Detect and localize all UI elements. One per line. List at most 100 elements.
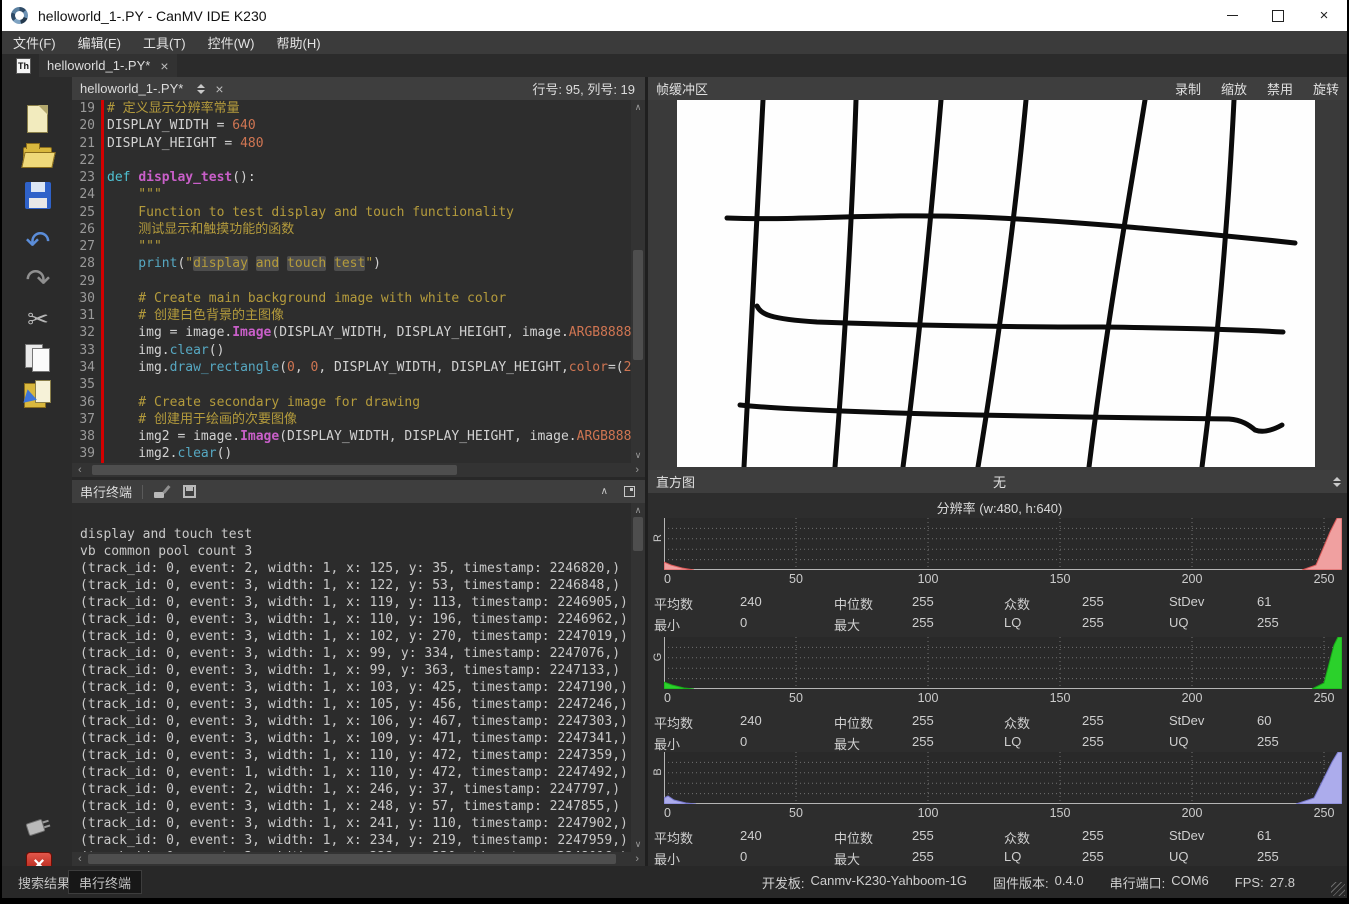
copy-icon[interactable] <box>21 340 55 374</box>
terminal-hscroll-thumb[interactable] <box>88 854 616 864</box>
channel-bump <box>664 796 696 804</box>
framebuffer-title: 帧缓冲区 <box>656 79 708 98</box>
axis-tick-label: 0 <box>664 691 671 705</box>
framebuffer-area <box>648 100 1349 470</box>
bottom-tab-1[interactable]: 串行终端 <box>68 870 142 894</box>
save-icon[interactable] <box>21 179 55 213</box>
code-line: 24 """ <box>72 186 631 203</box>
maximize-button[interactable] <box>1255 0 1301 31</box>
histogram-mode-spin-icon[interactable] <box>1333 477 1341 487</box>
terminal-line: (track_id: 0, event: 3, width: 1, x: 119… <box>80 594 631 611</box>
terminal-line: (track_id: 0, event: 2, width: 1, x: 246… <box>80 781 631 798</box>
channel-axis-label: G <box>652 651 664 663</box>
menu-item-4[interactable]: 帮助(H) <box>266 31 332 54</box>
code-line: 33 img.clear() <box>72 342 631 359</box>
axis-tick-label: 150 <box>1050 572 1071 586</box>
code-editor[interactable]: 19# 定义显示分辨率常量20DISPLAY_WIDTH = 64021DISP… <box>72 100 631 463</box>
framebuffer-button-1[interactable]: 缩放 <box>1221 79 1247 98</box>
editor-hscrollbar[interactable]: ‹ › <box>72 463 645 477</box>
terminal-line: (track_id: 0, event: 3, width: 1, x: 99,… <box>80 662 631 679</box>
stat-value: 255 <box>912 594 1004 615</box>
serial-terminal-output[interactable]: display and touch testvb common pool cou… <box>72 503 631 852</box>
menu-item-0[interactable]: 文件(F) <box>2 31 67 54</box>
minimize-button[interactable] <box>1209 0 1255 31</box>
channel-plot <box>664 518 1342 570</box>
channel-x-axis: 050100150200250 <box>664 691 1342 709</box>
channel-spike <box>1312 637 1342 689</box>
stat-value: 255 <box>1082 713 1169 734</box>
resize-grip[interactable] <box>1331 882 1345 896</box>
open-file-icon[interactable] <box>21 141 55 175</box>
axis-tick-label: 150 <box>1050 806 1071 820</box>
terminal-line: vb common pool count 3 <box>80 543 631 560</box>
file-tab[interactable]: helloworld_1-.PY* × <box>39 54 177 77</box>
collapse-panel-icon[interactable]: ∧ <box>601 486 608 497</box>
framebuffer-button-0[interactable]: 录制 <box>1175 79 1201 98</box>
histogram-channel-R: R050100150200250平均数240中位数255众数255StDev61… <box>648 518 1349 632</box>
menu-item-1[interactable]: 编辑(E) <box>67 31 132 54</box>
cut-icon[interactable]: ✂ <box>21 302 55 336</box>
terminal-vscrollbar[interactable]: ∧ ∨ <box>631 503 645 852</box>
stat-label: StDev <box>1169 828 1257 849</box>
terminal-line: display and touch test <box>80 526 631 543</box>
axis-tick-label: 0 <box>664 806 671 820</box>
stat-value: 255 <box>1257 615 1349 636</box>
framebuffer-button-2[interactable]: 禁用 <box>1267 79 1293 98</box>
terminal-line: (track_id: 0, event: 3, width: 1, x: 248… <box>80 798 631 815</box>
terminal-title: 串行终端 <box>80 482 132 501</box>
menu-item-2[interactable]: 工具(T) <box>132 31 197 54</box>
axis-tick-label: 200 <box>1182 572 1203 586</box>
channel-spike <box>1302 518 1342 570</box>
open-file-selector[interactable]: helloworld_1-.PY* <box>80 81 183 96</box>
paste-icon[interactable] <box>21 378 55 412</box>
close-button[interactable]: × <box>1301 0 1347 31</box>
editor-close-icon[interactable]: × <box>215 82 223 96</box>
histogram-channel-G: G050100150200250平均数240中位数255众数255StDev60… <box>648 637 1349 751</box>
canmv-ide-window: helloworld_1-.PY - CanMV IDE K230 × 文件(F… <box>0 0 1349 904</box>
undo-icon[interactable]: ↶ <box>21 226 55 260</box>
stat-value: 255 <box>1082 615 1169 636</box>
stat-label: StDev <box>1169 594 1257 615</box>
axis-tick-label: 250 <box>1314 691 1335 705</box>
new-file-icon[interactable] <box>21 103 55 137</box>
stat-label: 平均数 <box>654 713 740 734</box>
touch-drawing-stroke <box>1089 100 1145 467</box>
histogram-panel: 分辨率 (w:480, h:640) R050100150200250平均数24… <box>648 493 1349 866</box>
save-log-icon[interactable] <box>183 485 196 498</box>
channel-stats: 平均数240中位数255众数255StDev61最小0最大255LQ255UQ2… <box>654 828 1349 870</box>
stat-label: 平均数 <box>654 594 740 615</box>
channel-spike <box>1296 752 1342 804</box>
status-value: COM6 <box>1171 873 1209 892</box>
status-value: 0.4.0 <box>1055 873 1084 892</box>
channel-axis-label: B <box>652 766 664 778</box>
code-line: 37 # 创建用于绘画的次要图像 <box>72 411 631 428</box>
stat-label: 最小 <box>654 615 740 636</box>
app-logo-icon <box>11 7 28 24</box>
terminal-hscrollbar[interactable]: ‹ › <box>72 852 645 866</box>
channel-x-axis: 050100150200250 <box>664 572 1342 590</box>
file-selector-spin-icon[interactable] <box>197 84 205 94</box>
code-line: 27 """ <box>72 238 631 255</box>
status-label: 固件版本: <box>993 873 1049 892</box>
histogram-mode-select[interactable]: 无 <box>648 472 1349 491</box>
terminal-line: (track_id: 0, event: 3, width: 1, x: 106… <box>80 713 631 730</box>
touch-drawing-stroke <box>740 405 1282 431</box>
popout-panel-icon[interactable] <box>624 486 635 497</box>
framebuffer-button-3[interactable]: 旋转 <box>1313 79 1339 98</box>
terminal-header: 串行终端 ∧ <box>72 480 645 503</box>
histogram-header: 直方图 无 <box>648 470 1349 493</box>
redo-icon[interactable]: ↷ <box>21 264 55 298</box>
code-line: 20DISPLAY_WIDTH = 640 <box>72 117 631 134</box>
clear-terminal-icon[interactable] <box>153 484 169 500</box>
stat-value: 255 <box>912 713 1004 734</box>
editor-vscroll-thumb[interactable] <box>633 250 643 360</box>
terminal-vscroll-thumb[interactable] <box>633 517 643 551</box>
file-tab-close-icon[interactable]: × <box>160 59 168 73</box>
connect-board-icon[interactable] <box>21 813 55 847</box>
editor-vscrollbar[interactable]: ∧ ∨ <box>631 100 645 463</box>
stat-label: 中位数 <box>834 594 912 615</box>
editor-hscroll-thumb[interactable] <box>92 465 457 475</box>
code-line: 39 img2.clear() <box>72 445 631 462</box>
menu-item-3[interactable]: 控件(W) <box>197 31 266 54</box>
code-line: 26 测试显示和触摸功能的函数 <box>72 221 631 238</box>
